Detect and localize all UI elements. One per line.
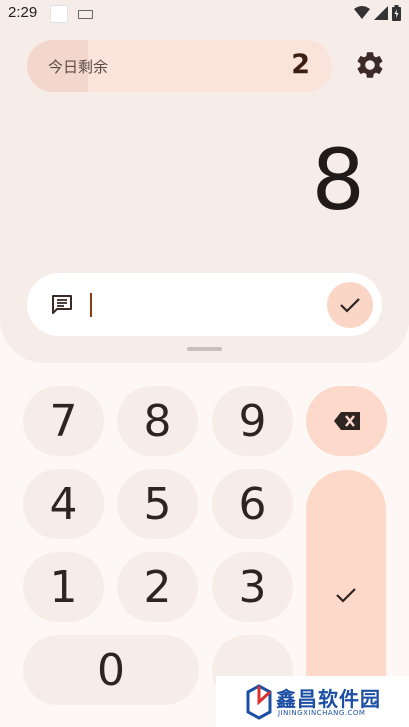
checkmark-icon	[336, 588, 356, 603]
app-notification-icon	[50, 5, 68, 23]
wifi-icon	[354, 6, 370, 19]
key-6[interactable]: 6	[212, 469, 293, 539]
key-8[interactable]: 8	[117, 386, 198, 456]
note-input[interactable]	[89, 291, 313, 321]
key-7[interactable]: 7	[23, 386, 104, 456]
remaining-counter[interactable]: 今日剩余 2	[27, 40, 332, 92]
backspace-icon	[333, 412, 360, 430]
key-1[interactable]: 1	[23, 552, 104, 622]
gear-icon	[357, 52, 383, 78]
settings-button[interactable]	[351, 46, 389, 84]
key-5[interactable]: 5	[117, 469, 198, 539]
key-0[interactable]: 0	[23, 635, 199, 705]
key-3[interactable]: 3	[212, 552, 293, 622]
text-caret	[90, 293, 92, 317]
signal-icon	[374, 6, 388, 20]
status-time: 2:29	[8, 4, 38, 21]
watermark-logo-icon	[246, 684, 272, 720]
status-bar: 2:29	[0, 0, 409, 30]
watermark-subtext: JININGXINCHANG.COM	[278, 709, 366, 717]
drag-handle[interactable]	[187, 347, 222, 351]
checkmark-icon	[340, 298, 360, 313]
key-9[interactable]: 9	[212, 386, 293, 456]
counter-value: 2	[291, 49, 310, 80]
battery-icon	[392, 5, 401, 21]
keyboard-icon	[78, 10, 93, 19]
counter-label: 今日剩余	[48, 58, 109, 76]
comment-icon	[52, 295, 72, 314]
note-confirm-button[interactable]	[327, 282, 373, 328]
display-value: 8	[311, 131, 365, 229]
status-icons	[354, 5, 401, 21]
watermark: 鑫昌软件园 JININGXINCHANG.COM	[216, 676, 409, 727]
watermark-text: 鑫昌软件园	[276, 687, 381, 711]
backspace-button[interactable]	[306, 386, 387, 456]
key-4[interactable]: 4	[23, 469, 104, 539]
note-bar	[27, 273, 382, 336]
key-2[interactable]: 2	[117, 552, 198, 622]
